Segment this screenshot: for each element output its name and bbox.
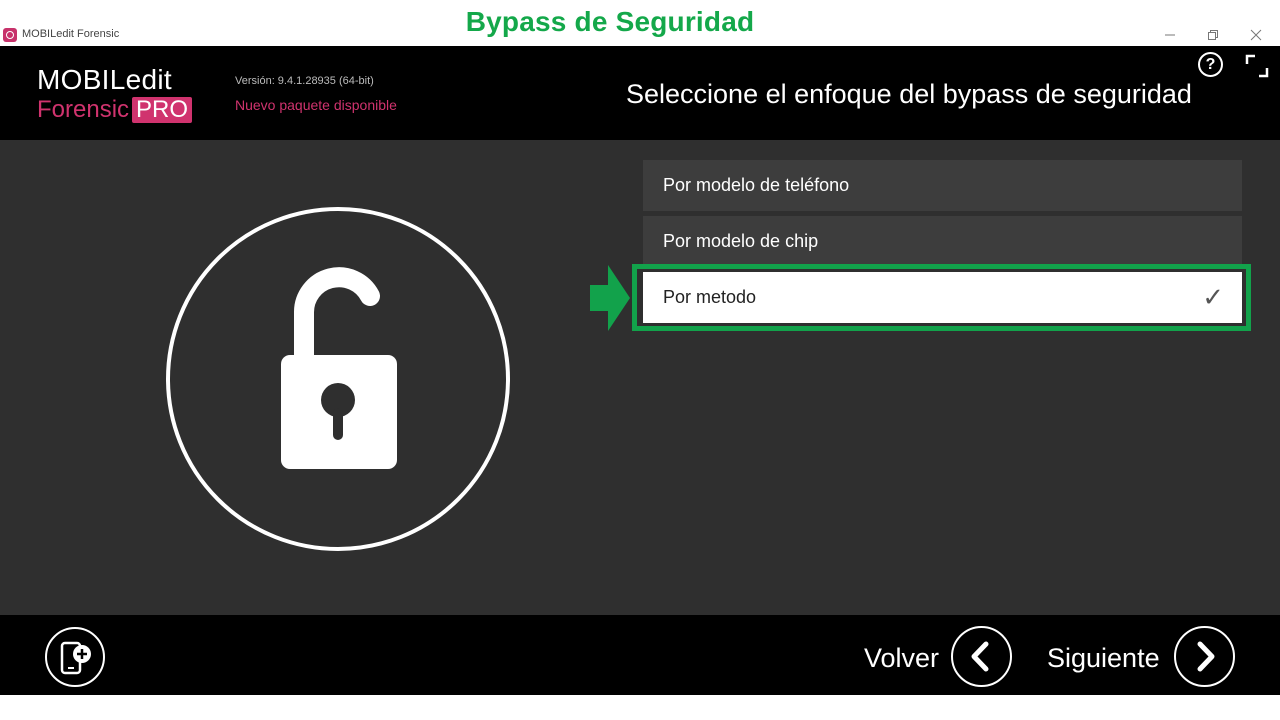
option-by-phone-model[interactable]: Por modelo de teléfono	[643, 160, 1242, 211]
option-label: Por modelo de chip	[663, 231, 819, 251]
logo-main: MOBILedit	[37, 64, 172, 95]
version-label: Versión: 9.4.1.28935 (64-bit)	[235, 75, 374, 87]
option-label: Por modelo de teléfono	[663, 175, 850, 195]
content-area: Por modelo de teléfono Por modelo de chi…	[0, 140, 1280, 615]
checkmark-icon: ✓	[1202, 282, 1224, 312]
lock-illustration	[166, 207, 510, 551]
back-label[interactable]: Volver	[864, 643, 939, 674]
app-footer: Volver Siguiente	[0, 615, 1280, 695]
option-by-chip-model[interactable]: Por modelo de chip	[643, 216, 1242, 267]
close-icon	[1250, 29, 1262, 41]
next-button[interactable]	[1174, 626, 1235, 687]
back-button[interactable]	[951, 626, 1012, 687]
logo-forensic: Forensic	[37, 96, 130, 123]
add-device-button[interactable]	[45, 627, 105, 687]
new-package-link[interactable]: Nuevo paquete disponible	[235, 97, 397, 113]
fullscreen-icon[interactable]	[1245, 54, 1269, 78]
help-icon: ?	[1205, 56, 1216, 73]
add-phone-icon	[60, 641, 91, 675]
logo-pro-badge: PRO	[132, 97, 193, 123]
highlight-arrow-icon	[590, 265, 630, 331]
chevron-right-icon	[1197, 641, 1215, 672]
chevron-left-icon	[971, 641, 989, 672]
next-label[interactable]: Siguiente	[1047, 643, 1160, 674]
bottom-strip	[0, 695, 1280, 720]
app-header: MOBILedit Forensic PRO Versión: 9.4.1.289…	[0, 46, 1280, 140]
option-by-method[interactable]: Por metodo ✓	[643, 272, 1242, 323]
logo-sub: Forensic PRO	[37, 96, 193, 124]
option-label: Por metodo	[663, 287, 757, 307]
overlay-caption: Bypass de Seguridad	[465, 6, 755, 37]
unlocked-padlock-icon	[281, 267, 397, 469]
page-title: Seleccione el enfoque del bypass de segu…	[626, 79, 1192, 109]
help-button[interactable]: ?	[1198, 52, 1223, 77]
close-button[interactable]	[1236, 24, 1276, 46]
